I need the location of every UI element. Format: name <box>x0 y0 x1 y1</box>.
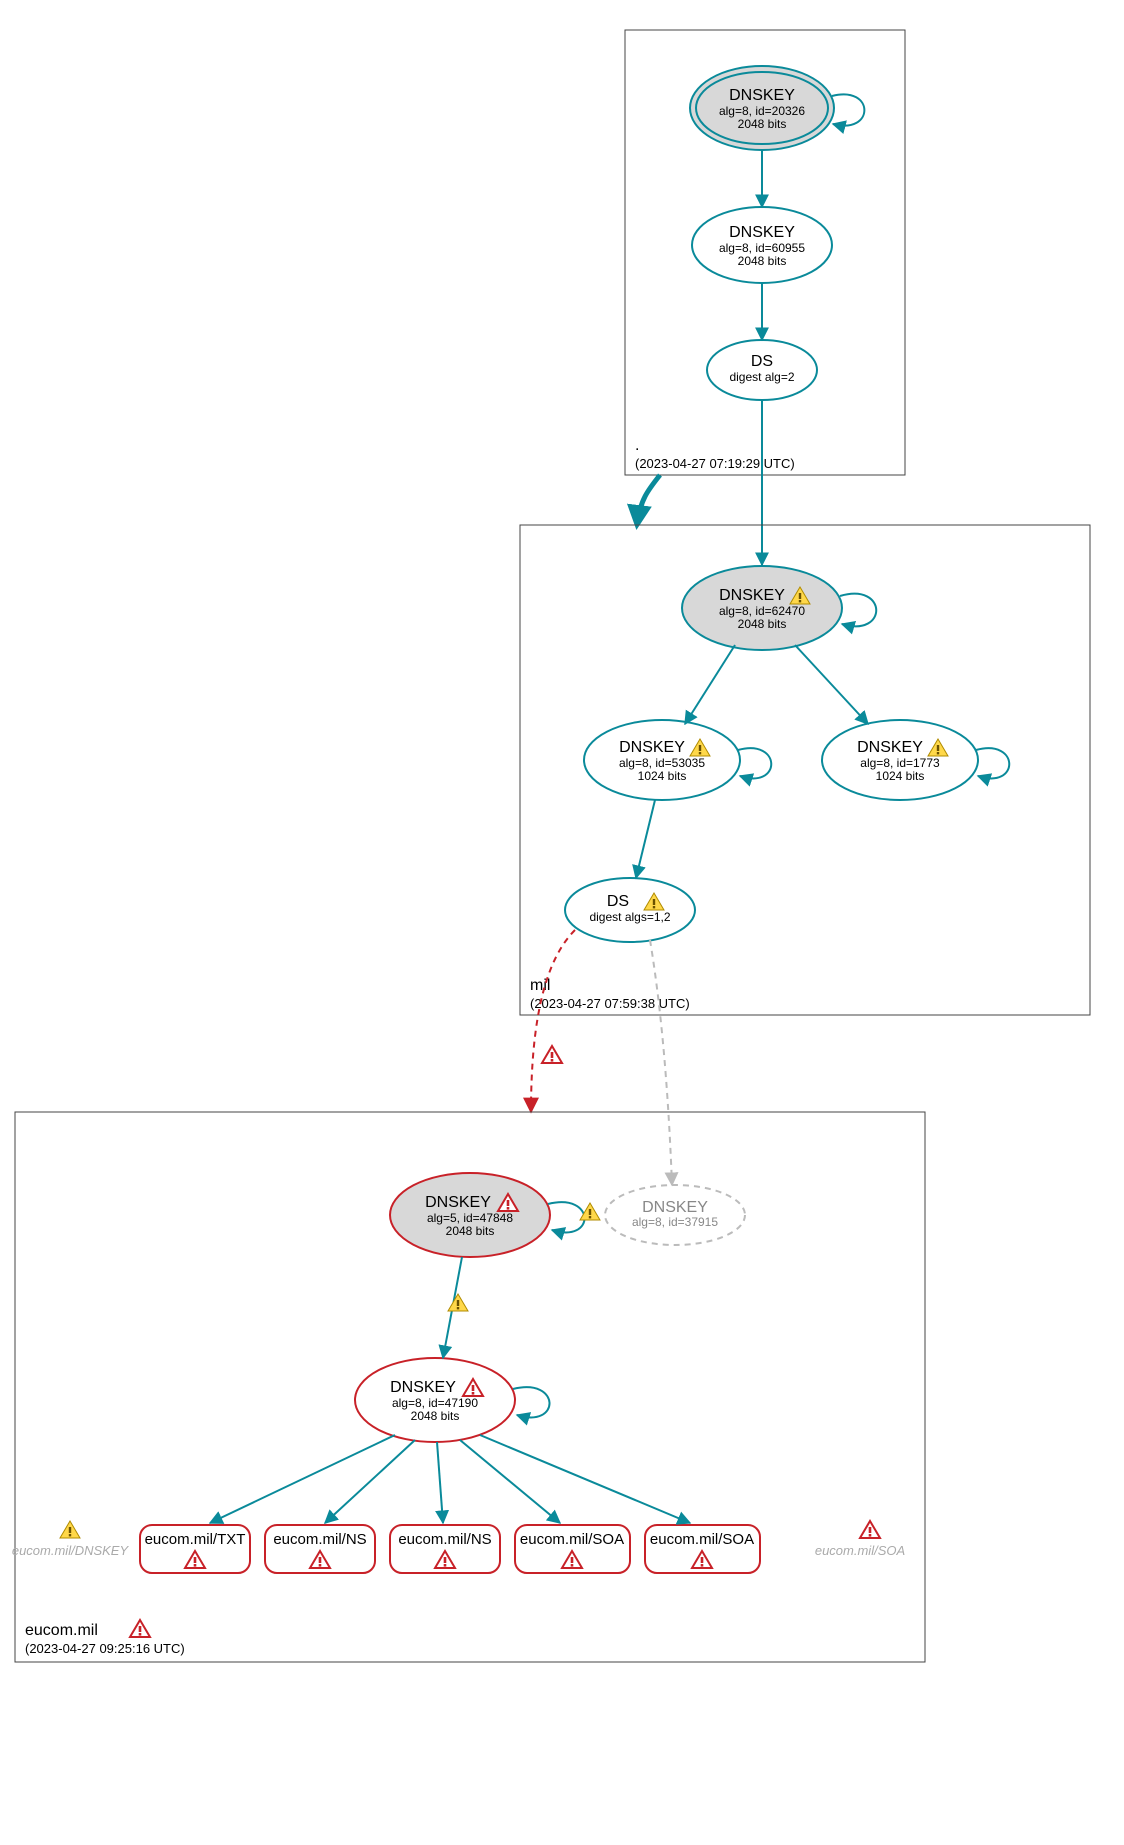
edge-root-to-mil-zone <box>637 475 660 525</box>
mil-ksk-selfsig <box>840 594 876 627</box>
svg-text:eucom.mil/NS: eucom.mil/NS <box>273 1531 366 1548</box>
root-ksk-selfsig <box>832 94 864 125</box>
edge-zsk-ns1 <box>325 1440 415 1523</box>
svg-text:2048 bits: 2048 bits <box>738 617 787 631</box>
eucom-record-soa2: eucom.mil/SOA <box>645 1525 760 1573</box>
edge-zsk-soa2 <box>480 1435 690 1523</box>
mil-zsk2-node: DNSKEY alg=8, id=1773 1024 bits <box>822 720 978 800</box>
svg-text:DNSKEY: DNSKEY <box>619 739 685 756</box>
edge-zsk-ns2 <box>437 1442 443 1523</box>
root-zsk-node: DNSKEY alg=8, id=60955 2048 bits <box>692 207 832 283</box>
svg-text:alg=8, id=53035: alg=8, id=53035 <box>619 756 705 770</box>
svg-text:DNSKEY: DNSKEY <box>729 224 795 241</box>
eucom-ksk-node: DNSKEY alg=5, id=47848 2048 bits <box>390 1173 550 1257</box>
svg-text:alg=8, id=47190: alg=8, id=47190 <box>392 1396 478 1410</box>
svg-text:alg=5, id=47848: alg=5, id=47848 <box>427 1211 513 1225</box>
svg-text:2048 bits: 2048 bits <box>446 1224 495 1238</box>
edge-mil-ds-eucom-ksk-error <box>531 930 575 1112</box>
eucom-record-ns1: eucom.mil/NS <box>265 1525 375 1573</box>
eucom-zsk-node: DNSKEY alg=8, id=47190 2048 bits <box>355 1358 515 1442</box>
svg-text:alg=8, id=1773: alg=8, id=1773 <box>860 756 940 770</box>
mil-ksk-node: DNSKEY alg=8, id=62470 2048 bits <box>682 566 842 650</box>
svg-text:digest alg=2: digest alg=2 <box>729 370 794 384</box>
svg-text:DNSKEY: DNSKEY <box>642 1199 708 1216</box>
zone-mil-timestamp: (2023-04-27 07:59:38 UTC) <box>530 996 690 1011</box>
zone-eucom-timestamp: (2023-04-27 09:25:16 UTC) <box>25 1641 185 1656</box>
edge-mil-ksk-zsk2 <box>795 645 868 724</box>
mil-zsk1-node: DNSKEY alg=8, id=53035 1024 bits <box>584 720 740 800</box>
svg-text:2048 bits: 2048 bits <box>738 117 787 131</box>
svg-text:2048 bits: 2048 bits <box>411 1409 460 1423</box>
zone-root-name: . <box>635 437 639 454</box>
eucom-record-txt: eucom.mil/TXT <box>140 1525 250 1573</box>
svg-text:DS: DS <box>751 353 773 370</box>
svg-text:eucom.mil/SOA: eucom.mil/SOA <box>650 1531 754 1548</box>
svg-text:1024 bits: 1024 bits <box>638 769 687 783</box>
error-icon <box>860 1521 880 1538</box>
zone-root-timestamp: (2023-04-27 07:19:29 UTC) <box>635 456 795 471</box>
warning-icon <box>60 1521 80 1538</box>
error-icon <box>542 1046 562 1063</box>
svg-text:eucom.mil/TXT: eucom.mil/TXT <box>145 1531 246 1548</box>
root-ds-node: DS digest alg=2 <box>707 340 817 400</box>
eucom-record-ns2: eucom.mil/NS <box>390 1525 500 1573</box>
svg-text:DNSKEY: DNSKEY <box>425 1194 491 1211</box>
svg-text:alg=8, id=37915: alg=8, id=37915 <box>632 1215 718 1229</box>
svg-text:DNSKEY: DNSKEY <box>857 739 923 756</box>
zone-mil: mil (2023-04-27 07:59:38 UTC) DNSKEY alg… <box>520 525 1090 1015</box>
warning-icon <box>448 1294 468 1311</box>
zone-eucom-name: eucom.mil <box>25 1622 98 1639</box>
mil-zsk2-selfsig <box>976 748 1009 778</box>
svg-text:alg=8, id=60955: alg=8, id=60955 <box>719 241 805 255</box>
mil-ds-node: DS digest algs=1,2 <box>565 878 695 942</box>
eucom-ksk-selfsig <box>548 1202 585 1232</box>
svg-text:eucom.mil/NS: eucom.mil/NS <box>398 1531 491 1548</box>
error-icon <box>130 1620 150 1637</box>
edge-zsk-txt <box>210 1435 395 1523</box>
root-ksk-node: DNSKEY alg=8, id=20326 2048 bits <box>690 66 834 150</box>
edge-mil-ds-eucom-ghost <box>650 940 672 1185</box>
eucom-side-right-label: eucom.mil/SOA <box>815 1543 905 1558</box>
eucom-side-left-label: eucom.mil/DNSKEY <box>12 1543 130 1558</box>
svg-text:DNSKEY: DNSKEY <box>729 87 795 104</box>
edge-mil-zsk1-ds <box>636 800 655 878</box>
zone-root: . (2023-04-27 07:19:29 UTC) DNSKEY alg=8… <box>625 30 905 475</box>
svg-text:2048 bits: 2048 bits <box>738 254 787 268</box>
zone-eucom: eucom.mil (2023-04-27 09:25:16 UTC) DNSK… <box>12 1112 925 1662</box>
svg-text:DNSKEY: DNSKEY <box>719 587 785 604</box>
svg-text:DNSKEY: DNSKEY <box>390 1379 456 1396</box>
edge-mil-ksk-zsk1 <box>685 645 735 724</box>
svg-text:1024 bits: 1024 bits <box>876 769 925 783</box>
svg-text:eucom.mil/SOA: eucom.mil/SOA <box>520 1531 624 1548</box>
eucom-zsk-selfsig <box>513 1387 550 1417</box>
mil-zsk1-selfsig <box>738 748 771 778</box>
eucom-ghost-node: DNSKEY alg=8, id=37915 <box>605 1185 745 1245</box>
eucom-record-soa1: eucom.mil/SOA <box>515 1525 630 1573</box>
edge-zsk-soa1 <box>460 1440 560 1523</box>
svg-text:alg=8, id=62470: alg=8, id=62470 <box>719 604 805 618</box>
svg-text:alg=8, id=20326: alg=8, id=20326 <box>719 104 805 118</box>
svg-text:DS: DS <box>607 893 629 910</box>
svg-text:digest algs=1,2: digest algs=1,2 <box>589 910 670 924</box>
